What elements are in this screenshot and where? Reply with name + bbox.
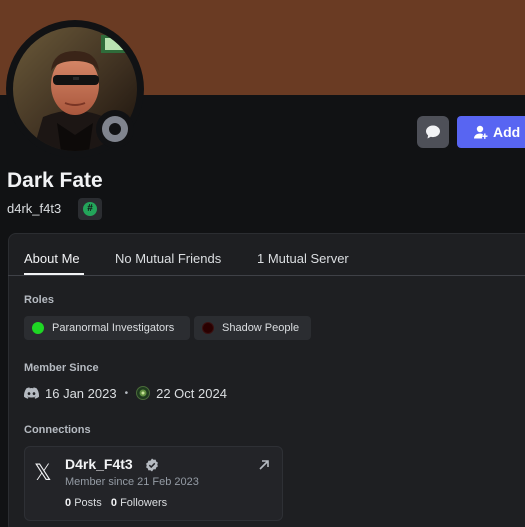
tabs-divider <box>8 275 525 276</box>
date-separator: • <box>124 387 129 399</box>
offline-status-icon <box>102 116 128 142</box>
add-friend-button[interactable]: Add F <box>457 116 525 148</box>
role-label: Paranormal Investigators <box>52 322 175 334</box>
server-icon <box>136 386 151 400</box>
tab-about-me[interactable]: About Me <box>24 251 80 266</box>
message-button[interactable] <box>417 116 449 148</box>
x-logo-icon: 𝕏 <box>34 460 52 485</box>
external-link-icon[interactable] <box>257 458 271 472</box>
add-friend-icon <box>474 125 488 139</box>
role-color-dot <box>202 322 214 334</box>
member-since-row: 16 Jan 2023 • 22 Oct 2024 <box>24 384 227 402</box>
connection-stats: 0 Posts 0 Followers <box>65 497 167 509</box>
chat-bubble-icon <box>426 125 440 139</box>
role-label: Shadow People <box>222 322 300 334</box>
role-paranormal-investigators[interactable]: Paranormal Investigators <box>24 316 190 340</box>
display-name: Dark Fate <box>7 169 103 192</box>
username[interactable]: d4rk_f4t3 <box>7 201 61 216</box>
followers-label: Followers <box>120 497 168 509</box>
hash-badge-icon: # <box>83 202 97 216</box>
connection-member-since: Member since 21 Feb 2023 <box>65 476 199 488</box>
discord-logo-icon <box>24 387 39 399</box>
tab-mutual-servers[interactable]: 1 Mutual Server <box>257 251 349 266</box>
posts-count: 0 <box>65 497 72 509</box>
add-friend-label: Add F <box>493 124 525 140</box>
role-shadow-people[interactable]: Shadow People <box>194 316 311 340</box>
posts-label: Posts <box>74 497 102 509</box>
connection-account-name[interactable]: D4rk_F4t3 <box>65 456 133 472</box>
tab-mutual-friends[interactable]: No Mutual Friends <box>115 251 221 266</box>
role-color-dot <box>32 322 44 334</box>
discord-join-date: 16 Jan 2023 <box>45 385 117 401</box>
connections-heading: Connections <box>24 424 91 436</box>
member-since-heading: Member Since <box>24 362 99 374</box>
user-badge[interactable]: # <box>78 198 102 220</box>
server-join-date: 22 Oct 2024 <box>156 385 227 401</box>
verified-check-icon <box>146 458 158 472</box>
followers-count: 0 <box>110 497 117 509</box>
roles-heading: Roles <box>24 294 54 306</box>
